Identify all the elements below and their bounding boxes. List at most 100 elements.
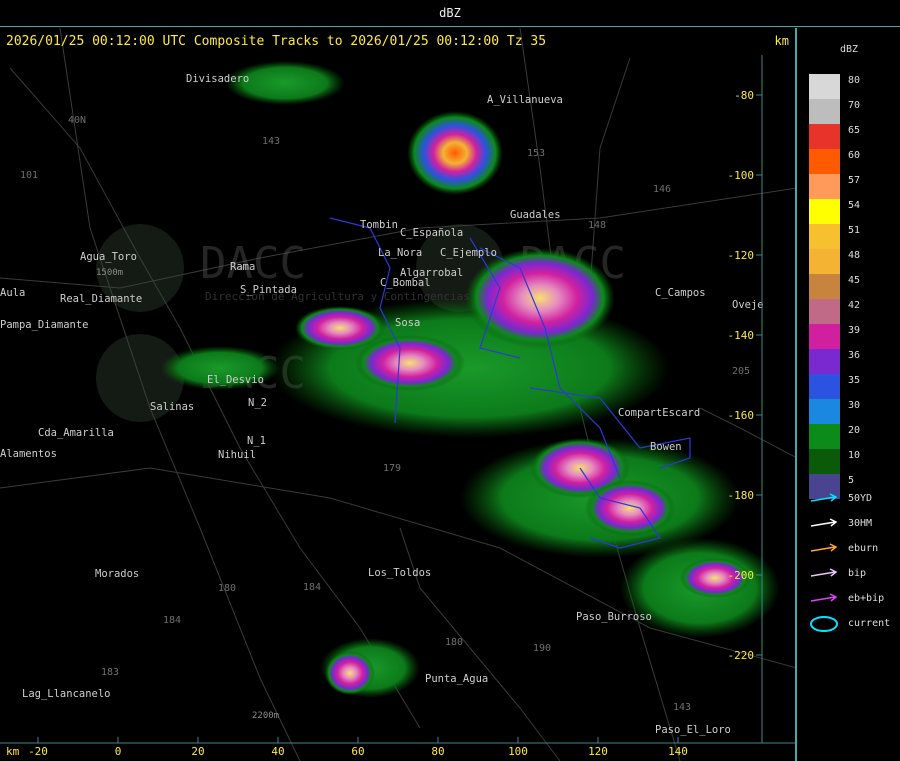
road-number: 184 <box>303 582 321 593</box>
map-header: 2026/01/25 00:12:00 UTC Composite Tracks… <box>6 34 547 49</box>
place-c-ejemplo: C_Ejemplo <box>440 247 497 259</box>
track-legend-label: eburn <box>848 543 879 554</box>
x-tick-label: 40 <box>271 745 284 758</box>
place-c-espanola: C_Española <box>400 227 463 239</box>
track-legend-symbol <box>809 616 839 632</box>
elevation-label: 1500m <box>96 268 123 278</box>
place-los-toldos: Los_Toldos <box>368 567 431 579</box>
legend-swatch <box>809 399 840 424</box>
storm-cell-south-small[interactable] <box>325 651 375 695</box>
storm-cell-east[interactable] <box>465 248 615 348</box>
track-legend-label: 50YD <box>848 493 873 504</box>
radar-map[interactable]: DACC DACC DACC Direccion de Agricultura … <box>0 28 797 761</box>
x-tick-label: -20 <box>28 745 48 758</box>
place-compartescard: CompartEscard <box>618 407 700 419</box>
place-la-nora: La_Nora <box>378 247 422 259</box>
place-divisadero: Divisadero <box>186 73 249 85</box>
legend-swatch-label: 51 <box>848 225 861 236</box>
x-axis-ticks: -20 0 20 40 60 80 100 120 140 <box>28 737 688 758</box>
legend-swatch <box>809 249 840 274</box>
x-tick-label: 100 <box>508 745 528 758</box>
track-legend-label: current <box>848 618 891 629</box>
legend-panel: dBZ 80 70 65 60 57 54 51 48 45 42 39 36 35 30 20 10 5 50… <box>798 28 900 761</box>
place-sosa: Sosa <box>395 317 420 329</box>
storm-cell-south-2[interactable] <box>585 480 675 536</box>
place-real-diamante: Real_Diamante <box>60 293 142 305</box>
place-paso-el-loro: Paso_El_Loro <box>655 724 731 736</box>
track-legend-symbol <box>809 491 841 507</box>
y-tick-label: -140 <box>728 329 755 342</box>
legend-swatch-label: 10 <box>848 450 861 461</box>
x-tick-label: 0 <box>115 745 122 758</box>
place-agua-toro: Agua_Toro <box>80 251 137 263</box>
place-algarrobal: Algarrobal <box>400 267 463 279</box>
place-bowen: Bowen <box>650 441 682 453</box>
legend-swatch-label: 65 <box>848 125 861 136</box>
place-rama: Rama <box>230 261 255 273</box>
legend-swatch <box>809 424 840 449</box>
elevation-label: 2200m <box>252 711 279 721</box>
place-lag-llancanelo: Lag_Llancanelo <box>22 688 111 700</box>
road-number: 180 <box>445 637 463 648</box>
road-number: 153 <box>527 148 545 159</box>
legend-swatch-label: 20 <box>848 425 861 436</box>
place-salinas: Salinas <box>150 401 194 413</box>
x-tick-label: 20 <box>191 745 204 758</box>
legend-swatch <box>809 349 840 374</box>
window-title-bar: dBZ <box>0 0 900 27</box>
place-nihuil: Nihuil <box>218 449 256 461</box>
legend-swatch <box>809 324 840 349</box>
track-legend-symbol <box>809 566 841 582</box>
place-n1: N_1 <box>247 435 266 447</box>
track-legend-symbol <box>809 516 841 532</box>
place-paso-burroso: Paso_Burroso <box>576 611 652 623</box>
track-legend-symbol <box>809 591 841 607</box>
place-s-pintada: S_Pintada <box>240 284 297 296</box>
x-axis-unit: km <box>6 745 20 758</box>
place-morados: Morados <box>95 568 139 580</box>
x-tick-label: 80 <box>431 745 444 758</box>
road-number: 143 <box>673 702 691 713</box>
y-tick-label: -180 <box>728 489 755 502</box>
place-el-desvio: El_Desvio <box>207 374 264 386</box>
track-legend-label: 30HM <box>848 518 873 529</box>
road-number: 146 <box>653 184 671 195</box>
legend-swatch-label: 70 <box>848 100 861 111</box>
y-tick-label: -220 <box>728 649 755 662</box>
storm-cell-west[interactable] <box>295 306 385 350</box>
legend-swatch <box>809 149 840 174</box>
storm-cell-north[interactable] <box>407 111 503 195</box>
x-tick-label: 140 <box>668 745 688 758</box>
legend-swatch <box>809 99 840 124</box>
legend-swatch <box>809 199 840 224</box>
place-aula: Aula <box>0 287 25 299</box>
radar-map-panel[interactable]: DACC DACC DACC Direccion de Agricultura … <box>0 28 797 761</box>
road-number: 190 <box>533 643 551 654</box>
y-tick-label: -200 <box>728 569 755 582</box>
place-guadales: Guadales <box>510 209 561 221</box>
legend-title: dBZ <box>840 44 859 55</box>
x-tick-label: 120 <box>588 745 608 758</box>
legend-swatch-label: 30 <box>848 400 861 411</box>
place-cda-amarilla: Cda_Amarilla <box>38 427 114 439</box>
place-c-campos: C_Campos <box>655 287 706 299</box>
legend-swatch <box>809 274 840 299</box>
legend-swatch-label: 48 <box>848 250 861 261</box>
place-punta-agua: Punta_Agua <box>425 673 488 685</box>
legend-swatch <box>809 299 840 324</box>
road-number: 148 <box>588 220 606 231</box>
y-tick-label: -80 <box>734 89 754 102</box>
legend-swatch-label: 54 <box>848 200 861 211</box>
road-number: 205 <box>732 366 750 377</box>
road-number: 183 <box>101 667 119 678</box>
y-tick-label: -120 <box>728 249 755 262</box>
legend-swatch-label: 45 <box>848 275 861 286</box>
legend-swatch-label: 60 <box>848 150 861 161</box>
y-tick-label: -100 <box>728 169 755 182</box>
place-n2: N_2 <box>248 397 267 409</box>
legend-swatch-label: 36 <box>848 350 861 361</box>
legend-swatch <box>809 74 840 99</box>
legend-swatch <box>809 449 840 474</box>
legend-swatch <box>809 174 840 199</box>
legend-swatch-label: 5 <box>848 475 855 486</box>
